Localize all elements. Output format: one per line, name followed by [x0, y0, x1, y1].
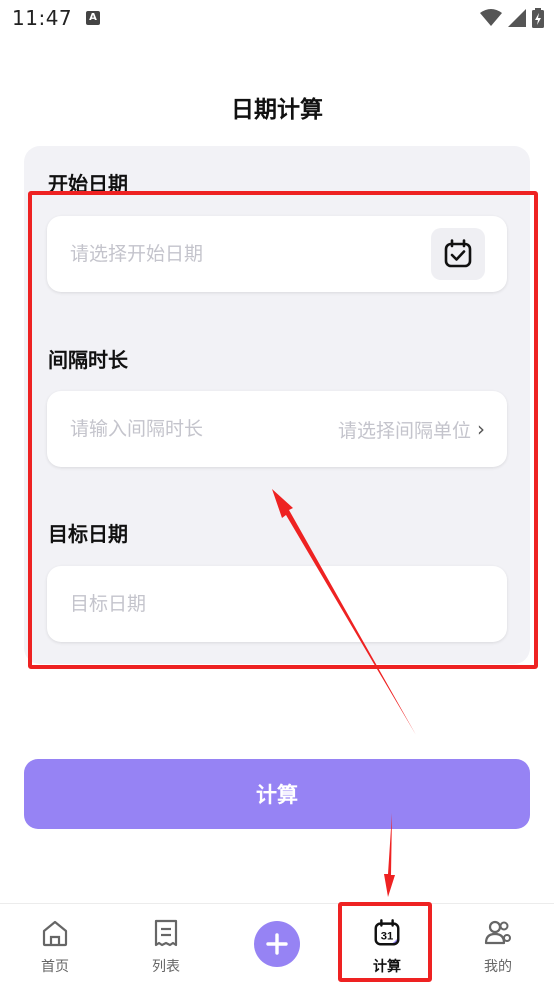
calendar-badge-text: 31	[381, 931, 394, 943]
interval-unit-placeholder: 请选择间隔单位	[337, 419, 471, 442]
add-button[interactable]	[254, 921, 300, 967]
calendar-check-icon	[444, 239, 472, 268]
target-date-label: 目标日期	[48, 522, 128, 546]
bottom-nav: 首页 列表 31 计算 我的	[0, 903, 554, 984]
nav-label-list: 列表	[152, 959, 180, 975]
nav-item-home[interactable]: 首页	[10, 904, 100, 984]
chevron-right-icon: ›	[477, 417, 485, 441]
status-bar: 11:47 A	[0, 0, 554, 38]
interval-field[interactable]: 请输入间隔时长 请选择间隔单位 ›	[47, 391, 507, 467]
start-date-label: 开始日期	[48, 172, 128, 196]
list-icon	[154, 919, 178, 947]
battery-icon	[532, 8, 544, 28]
wifi-icon	[480, 9, 502, 26]
calculate-button[interactable]: 计算	[24, 759, 530, 829]
start-date-field[interactable]: 请选择开始日期	[47, 216, 507, 292]
target-date-field: 目标日期	[47, 566, 507, 642]
notification-icon: A	[86, 11, 100, 25]
start-date-placeholder: 请选择开始日期	[70, 243, 204, 265]
nav-item-list[interactable]: 列表	[121, 904, 211, 984]
home-icon	[42, 920, 68, 947]
interval-unit-select[interactable]: 请选择间隔单位 ›	[338, 391, 485, 467]
status-time: 11:47	[12, 6, 73, 30]
signal-icon	[508, 9, 526, 27]
nav-item-profile[interactable]: 我的	[453, 904, 543, 984]
interval-input-placeholder: 请输入间隔时长	[70, 418, 204, 440]
calendar-picker-button[interactable]	[431, 228, 485, 280]
date-form-card: 开始日期 请选择开始日期 间隔时长 请输入间隔时长 请选择间隔单位 › 目标日期…	[24, 146, 530, 664]
nav-item-calculate[interactable]: 31 计算	[342, 904, 432, 984]
nav-label-calculate: 计算	[373, 959, 401, 975]
nav-label-home: 首页	[41, 959, 69, 975]
page-title: 日期计算	[231, 97, 323, 123]
nav-label-profile: 我的	[484, 959, 512, 975]
status-icons	[480, 6, 544, 30]
users-icon	[484, 920, 511, 945]
target-date-placeholder: 目标日期	[70, 593, 147, 615]
interval-label: 间隔时长	[48, 348, 128, 372]
calendar-31-icon: 31	[374, 919, 400, 946]
plus-icon	[266, 933, 288, 955]
